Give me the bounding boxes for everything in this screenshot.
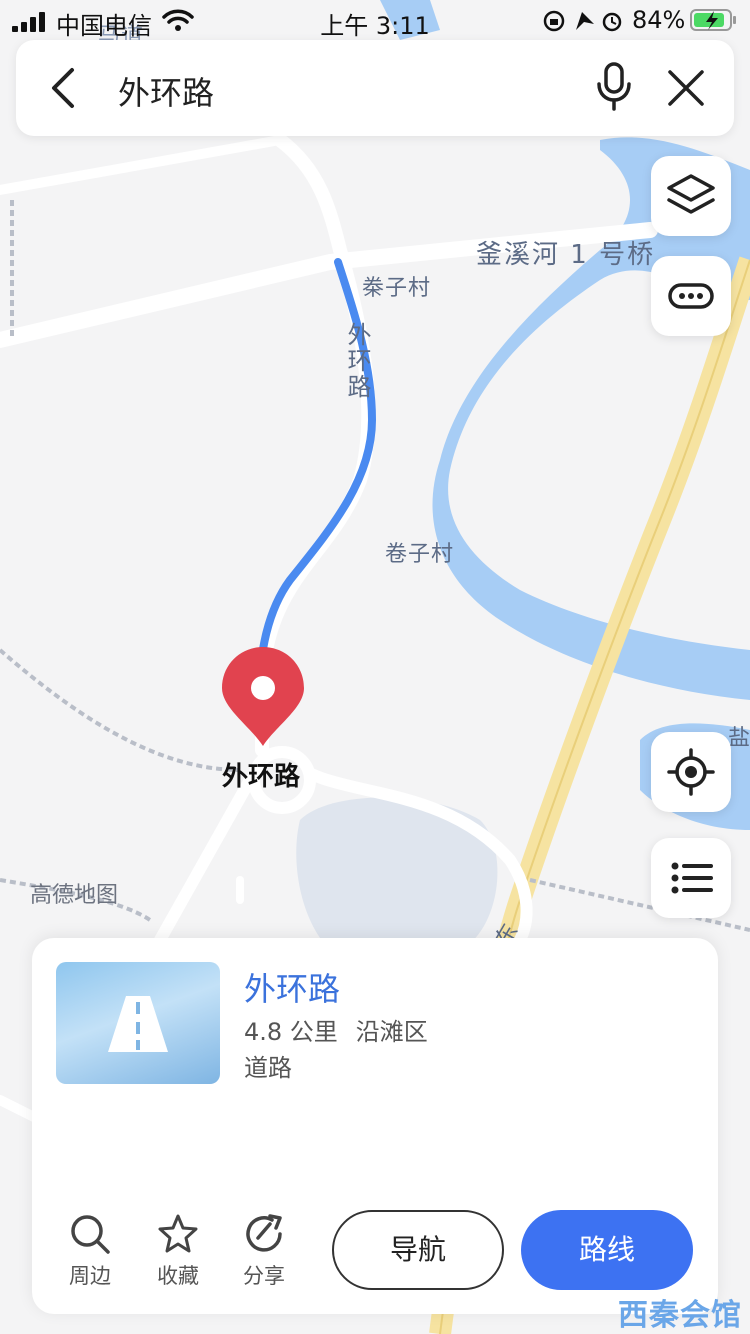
layers-icon — [667, 174, 715, 214]
locate-icon — [667, 748, 715, 796]
close-icon[interactable] — [666, 68, 706, 108]
status-bar: 中国电信 上午 3:11 84% — [0, 0, 750, 40]
map-label-village-2: 卷子村 — [385, 542, 455, 567]
share-label: 分享 — [243, 1264, 285, 1288]
map-label-road: 外环路 — [343, 322, 371, 400]
poi-district: 沿滩区 — [355, 1018, 428, 1046]
more-icon — [668, 283, 714, 309]
nearby-label: 周边 — [69, 1264, 111, 1288]
battery-charging-icon — [690, 9, 736, 31]
amap-logo: 高德地图 — [30, 883, 119, 908]
search-query[interactable]: 外环路 — [118, 68, 214, 114]
nearby-button[interactable]: 周边 — [58, 1212, 122, 1290]
more-button[interactable] — [651, 256, 731, 336]
poi-title[interactable]: 外环路 — [244, 964, 340, 1010]
road-thumbnail — [56, 962, 220, 1084]
search-bar: 外环路 — [16, 40, 734, 136]
list-icon — [671, 862, 713, 894]
share-icon — [246, 1214, 282, 1252]
status-icons — [543, 10, 622, 32]
favorite-button[interactable]: 收藏 — [146, 1212, 210, 1290]
microphone-icon[interactable] — [594, 62, 634, 112]
locate-button[interactable] — [651, 732, 731, 812]
road-icon — [108, 996, 168, 1052]
poi-distance: 4.8 公里 — [244, 1018, 338, 1046]
back-icon[interactable] — [46, 66, 86, 110]
navigate-button[interactable]: 导航 — [332, 1210, 504, 1290]
share-button[interactable]: 分享 — [232, 1212, 296, 1290]
map-label-bridge: 釜溪河 1 号桥 — [476, 240, 656, 270]
watermark: 西秦会馆 — [618, 1298, 742, 1333]
map-label-village-1: 桊子村 — [362, 276, 432, 301]
rotation-lock-icon — [543, 10, 565, 32]
list-button[interactable] — [651, 838, 731, 918]
alarm-icon — [602, 12, 622, 32]
route-button[interactable]: 路线 — [521, 1210, 693, 1290]
battery-percent: 84% — [632, 6, 686, 34]
favorite-label: 收藏 — [157, 1264, 199, 1288]
poi-meta: 4.8 公里 沿滩区 — [244, 1012, 446, 1047]
star-icon — [158, 1214, 198, 1253]
poi-category: 道路 — [244, 1054, 292, 1082]
map-label-edge-right: 盐 — [728, 726, 750, 751]
search-icon — [71, 1215, 110, 1254]
poi-card[interactable]: 外环路 4.8 公里 沿滩区 道路 周边 收藏 分享 导航 路线 — [32, 938, 718, 1314]
layers-button[interactable] — [651, 156, 731, 236]
location-arrow-icon — [576, 12, 594, 30]
pin-label[interactable]: 外环路 — [222, 756, 300, 793]
